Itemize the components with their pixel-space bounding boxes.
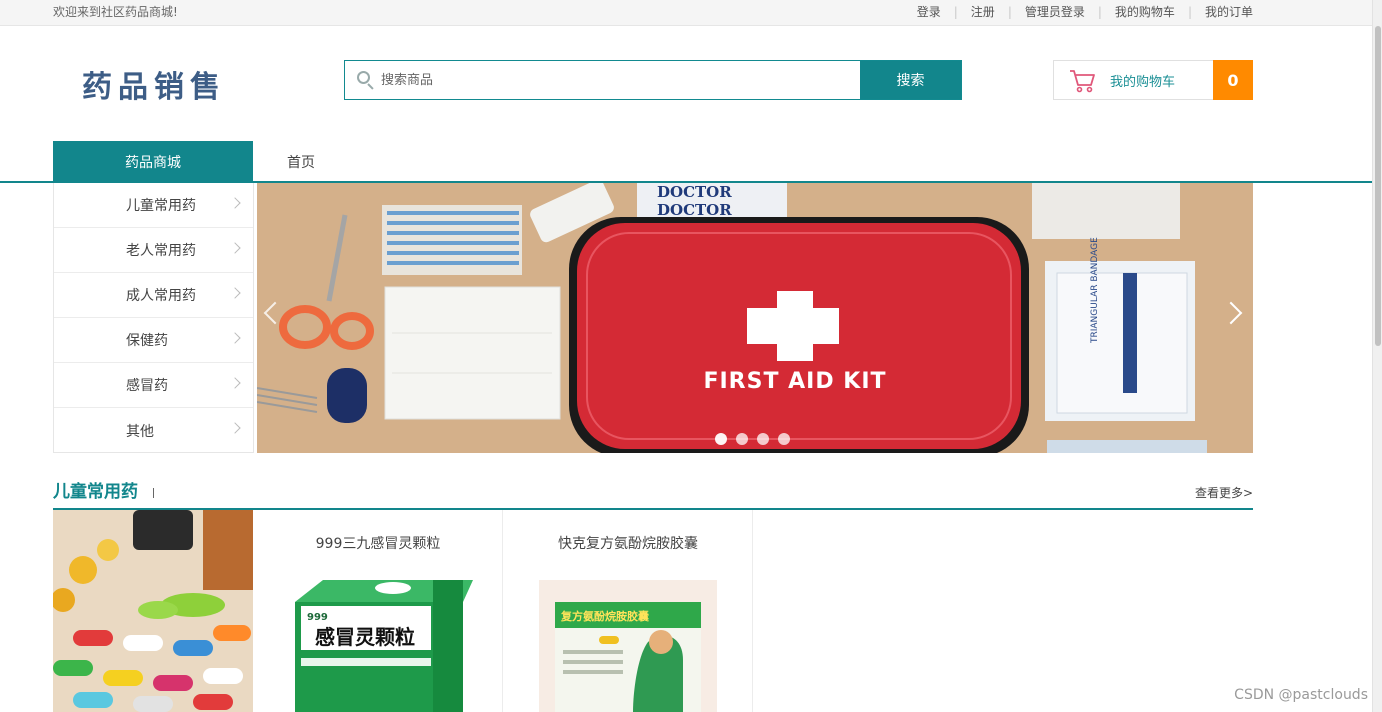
- category-item-children[interactable]: 儿童常用药: [54, 183, 253, 228]
- site-logo[interactable]: 药品销售: [82, 62, 226, 106]
- category-item-health[interactable]: 保健药: [54, 318, 253, 363]
- category-sidebar: 儿童常用药 老人常用药 成人常用药 保健药 感冒药 其他: [53, 183, 254, 453]
- category-item-other[interactable]: 其他: [54, 408, 253, 453]
- top-links: 登录 | 注册 | 管理员登录 | 我的购物车 | 我的订单: [917, 3, 1253, 20]
- cart-count-badge: 0: [1213, 60, 1253, 100]
- product-card[interactable]: 快克复方氨酚烷胺胶囊 复方氨酚烷胺胶囊: [503, 510, 753, 712]
- section-promo-image[interactable]: [53, 510, 253, 712]
- carousel-dot[interactable]: [757, 433, 769, 445]
- category-label: 儿童常用药: [126, 198, 196, 214]
- banner-doctor-text: DOCTOR: [657, 183, 732, 201]
- separator: |: [1007, 4, 1012, 19]
- banner-carousel[interactable]: DOCTOR DOCTOR FIRST AID KIT TRIANGULAR B…: [257, 183, 1253, 453]
- separator: |: [1187, 4, 1192, 19]
- section-title: 儿童常用药: [53, 482, 138, 502]
- search-button[interactable]: 搜索: [860, 61, 961, 99]
- product-box-text: 复方氨酚烷胺胶囊: [560, 609, 650, 623]
- carousel-dots: [715, 433, 790, 445]
- search-input[interactable]: [381, 61, 860, 99]
- banner-kit-text: FIRST AID KIT: [703, 369, 886, 394]
- view-more-link[interactable]: 查看更多>: [1195, 484, 1253, 501]
- my-cart-link[interactable]: 我的购物车: [1115, 3, 1175, 20]
- login-link[interactable]: 登录: [917, 3, 941, 20]
- watermark-text: CSDN @pastclouds: [1234, 687, 1368, 703]
- first-aid-kit-image: DOCTOR DOCTOR FIRST AID KIT TRIANGULAR B…: [257, 183, 1253, 453]
- chevron-right-icon: [229, 377, 241, 389]
- chevron-right-icon: [229, 242, 241, 254]
- carousel-dot[interactable]: [715, 433, 727, 445]
- title-divider: [153, 488, 154, 498]
- scrollbar-thumb[interactable]: [1375, 26, 1381, 346]
- chevron-right-icon: [229, 422, 241, 434]
- category-item-cold[interactable]: 感冒药: [54, 363, 253, 408]
- product-image[interactable]: 999 感冒灵颗粒: [283, 580, 473, 712]
- product-image[interactable]: 复方氨酚烷胺胶囊: [533, 580, 723, 712]
- category-label: 成人常用药: [126, 288, 196, 304]
- banner-bandage-text: TRIANGULAR BANDAGE: [1090, 237, 1100, 344]
- chevron-right-icon: [229, 197, 241, 209]
- carousel-dot[interactable]: [736, 433, 748, 445]
- main-nav: 药品商城 首页: [0, 141, 1372, 183]
- category-label: 老人常用药: [126, 243, 196, 259]
- product-name[interactable]: 快克复方氨酚烷胺胶囊: [503, 533, 753, 553]
- product-name[interactable]: 999三九感冒灵颗粒: [253, 533, 503, 553]
- product-brand-text: 999: [307, 612, 328, 623]
- nav-home-link[interactable]: 首页: [287, 152, 315, 172]
- category-label: 保健药: [126, 333, 168, 349]
- my-orders-link[interactable]: 我的订单: [1205, 3, 1253, 20]
- category-item-elderly[interactable]: 老人常用药: [54, 228, 253, 273]
- admin-login-link[interactable]: 管理员登录: [1025, 3, 1085, 20]
- top-bar: 欢迎来到社区药品商城! 登录 | 注册 | 管理员登录 | 我的购物车 | 我的…: [0, 0, 1372, 26]
- category-label: 其他: [126, 423, 154, 440]
- carousel-dot[interactable]: [778, 433, 790, 445]
- separator: |: [1097, 4, 1102, 19]
- product-card[interactable]: 999三九感冒灵颗粒 999 感冒灵颗粒: [253, 510, 503, 712]
- search-icon: [345, 61, 381, 99]
- category-item-adult[interactable]: 成人常用药: [54, 273, 253, 318]
- category-label: 感冒药: [126, 378, 168, 394]
- banner-doctor-text: DOCTOR: [657, 201, 732, 219]
- search-bar: 搜索: [344, 60, 962, 100]
- category-menu-title[interactable]: 药品商城: [53, 141, 253, 182]
- chevron-right-icon: [229, 332, 241, 344]
- separator: |: [953, 4, 958, 19]
- cart-label: 我的购物车: [1110, 74, 1176, 90]
- vertical-scrollbar[interactable]: [1372, 0, 1382, 712]
- cart-button[interactable]: 我的购物车 0: [1053, 60, 1253, 100]
- product-box-text: 感冒灵颗粒: [315, 625, 415, 649]
- pills-image: [53, 510, 253, 712]
- welcome-text: 欢迎来到社区药品商城!: [53, 5, 178, 19]
- shopping-cart-icon: [1066, 61, 1102, 99]
- register-link[interactable]: 注册: [971, 3, 995, 20]
- chevron-right-icon: [229, 287, 241, 299]
